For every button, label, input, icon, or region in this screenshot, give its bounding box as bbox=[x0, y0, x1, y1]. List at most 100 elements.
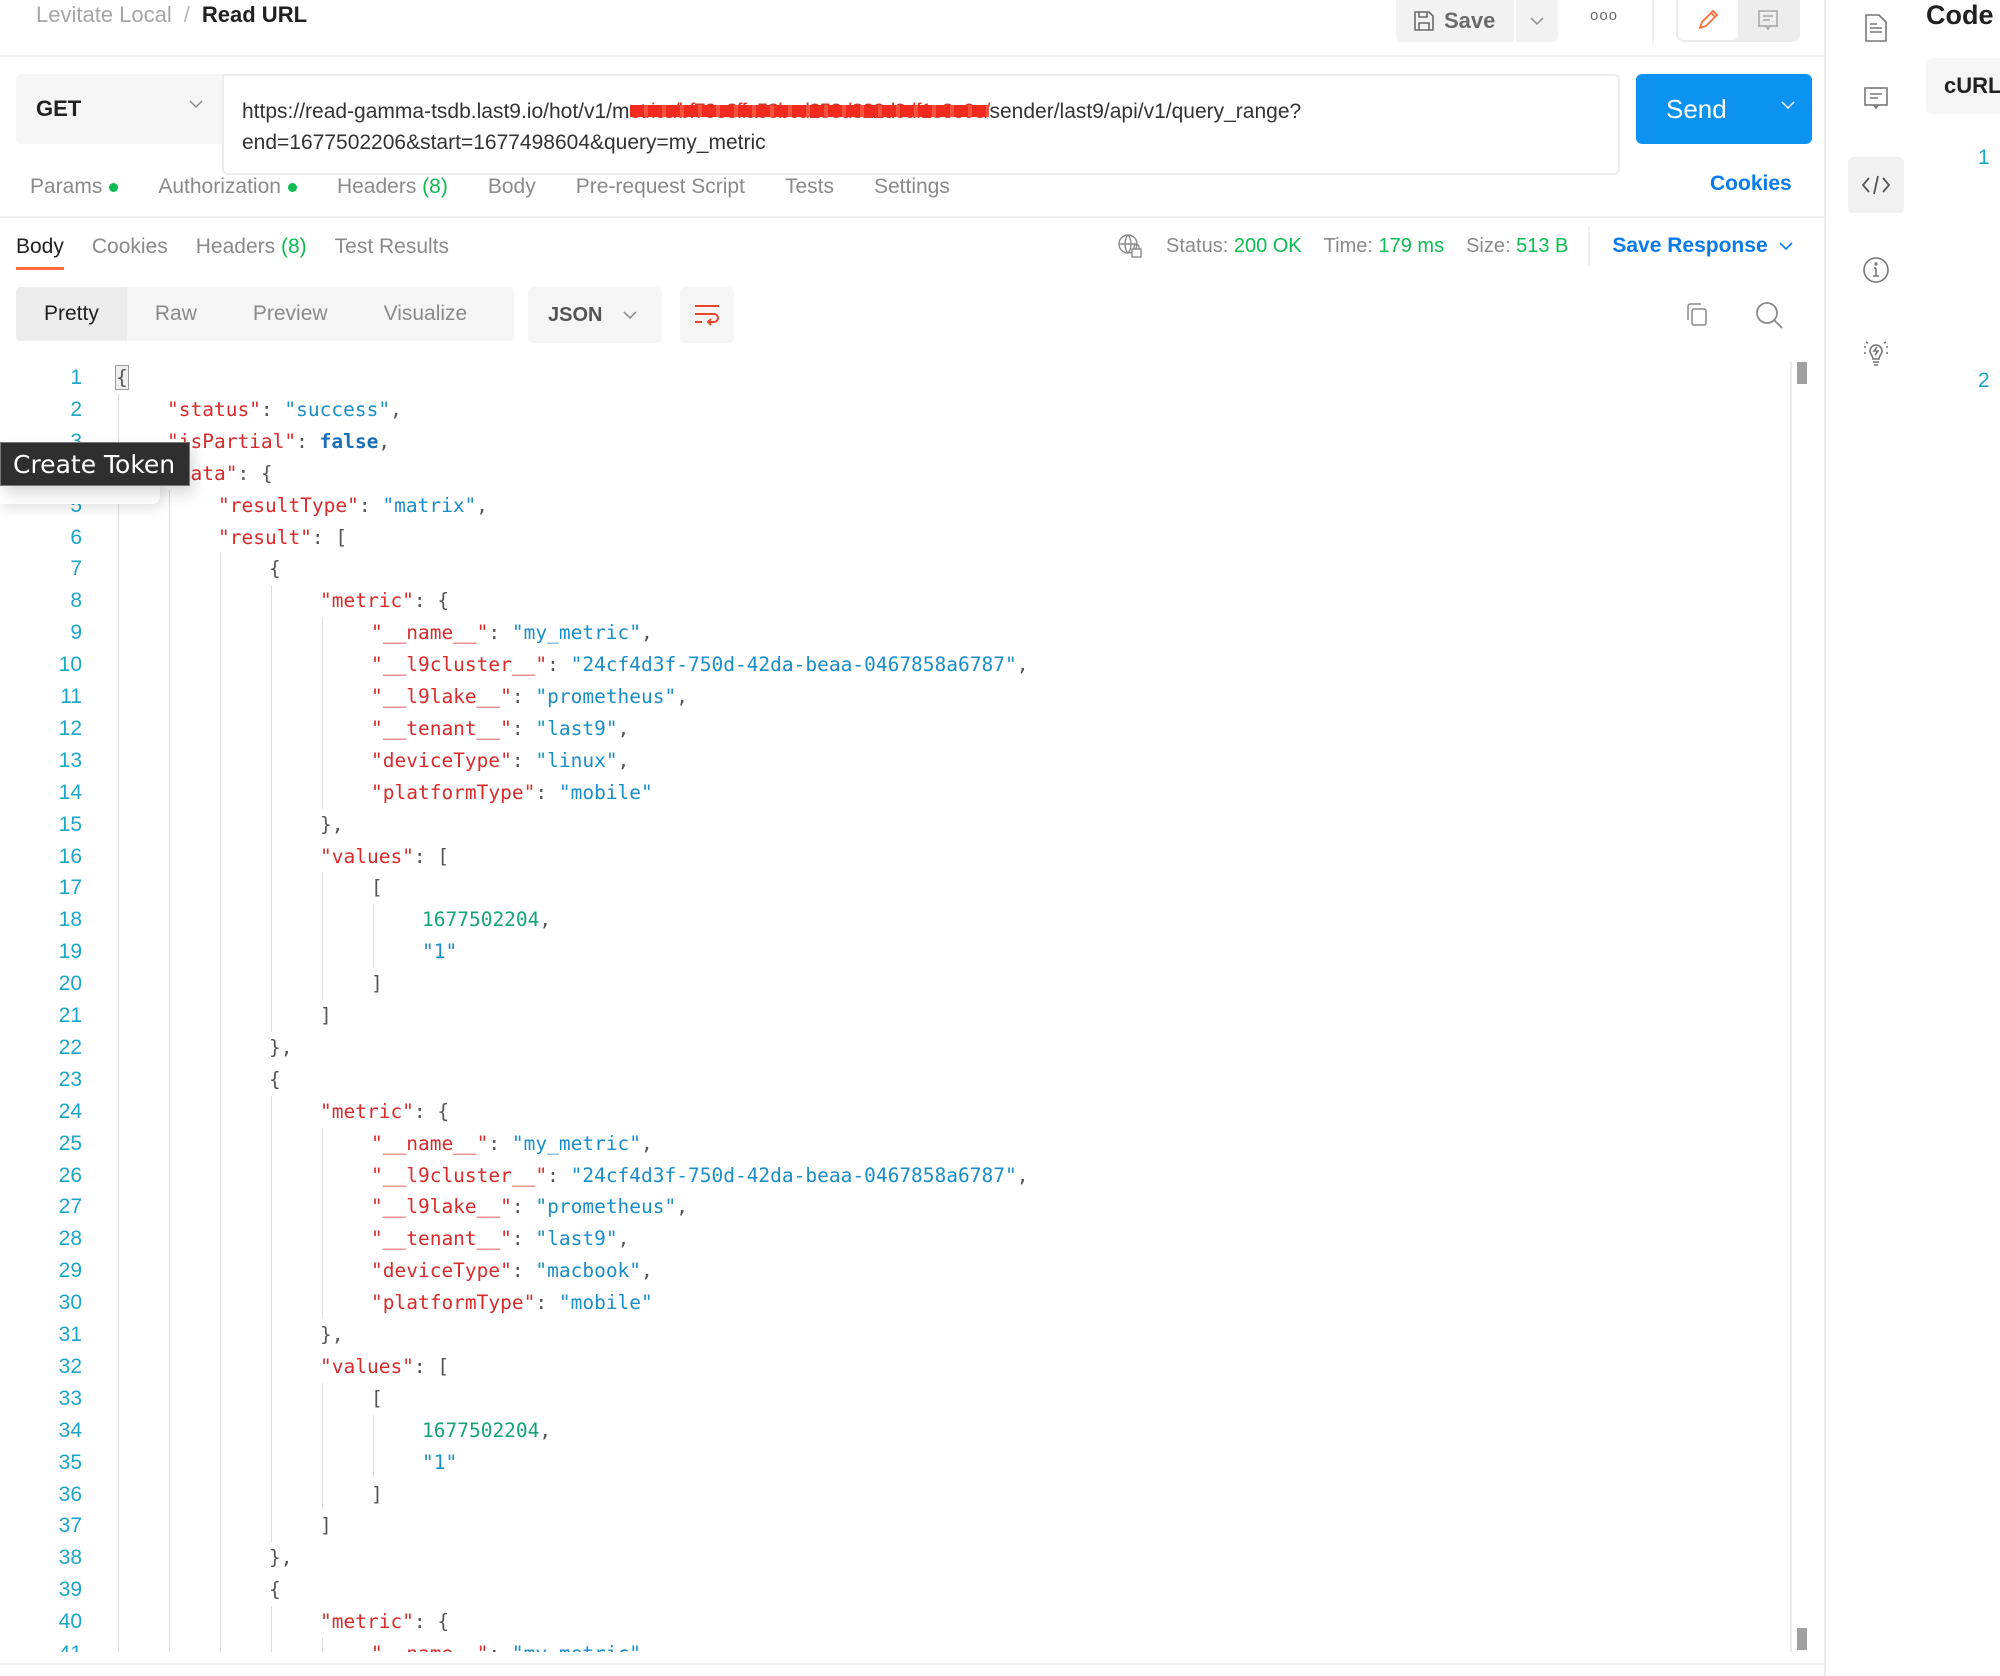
code-token: : [ bbox=[311, 525, 348, 549]
view-preview[interactable]: Preview bbox=[225, 287, 356, 341]
method-select[interactable]: GET bbox=[16, 74, 222, 144]
code-line: 28 "__tenant__": "last9", bbox=[0, 1223, 1780, 1255]
response-tab-cookies[interactable]: Cookies bbox=[92, 230, 168, 264]
code-token: "my_metric" bbox=[512, 1642, 641, 1652]
tab-headers[interactable]: Headers (8) bbox=[337, 172, 448, 202]
code-text: "status": "success", bbox=[167, 394, 402, 426]
tab-body[interactable]: Body bbox=[488, 172, 536, 202]
top-bar: Levitate Local / Read URL Save ooo bbox=[0, 0, 1826, 57]
info-icon bbox=[1861, 255, 1891, 285]
tab-label: Headers bbox=[195, 235, 276, 258]
time-value[interactable]: 179 ms bbox=[1378, 235, 1444, 257]
comment-icon bbox=[1862, 84, 1890, 112]
code-text: [ bbox=[371, 1383, 383, 1415]
code-token: , bbox=[641, 1642, 653, 1652]
code-token: "deviceType" bbox=[371, 748, 512, 772]
tab-tests[interactable]: Tests bbox=[785, 172, 834, 202]
language-select[interactable]: cURL bbox=[1926, 58, 2000, 114]
code-line: 12 "__tenant__": "last9", bbox=[0, 713, 1780, 745]
code-text: "__name__": "my_metric", bbox=[371, 1638, 653, 1652]
code-text: "__l9lake__": "prometheus", bbox=[371, 1191, 688, 1223]
line-number: 37 bbox=[58, 1514, 82, 1538]
code-text: "values": [ bbox=[320, 841, 449, 873]
search-button[interactable] bbox=[1752, 298, 1786, 332]
comments-button[interactable] bbox=[1848, 70, 1904, 126]
code-token: "__tenant__" bbox=[371, 716, 512, 740]
code-line: 33 [ bbox=[0, 1383, 1780, 1415]
line-number: 19 bbox=[58, 940, 82, 964]
code-text: 1677502204, bbox=[422, 904, 551, 936]
comment-mode-button[interactable] bbox=[1738, 0, 1798, 40]
save-response-button[interactable]: Save Response bbox=[1612, 234, 1793, 258]
view-mode-selector: Pretty Raw Preview Visualize bbox=[16, 287, 514, 341]
code-text: "deviceType": "macbook", bbox=[371, 1255, 653, 1287]
request-workspace: Levitate Local / Read URL Save ooo GET h… bbox=[0, 0, 1826, 1676]
code-line: 31}, bbox=[0, 1319, 1780, 1351]
response-body-editor[interactable]: 1{2"status": "success",3"isPartial": fal… bbox=[0, 360, 1790, 1652]
indent-guide bbox=[322, 1638, 323, 1652]
url-input[interactable]: https://read-gamma-tsdb.last9.io/hot/v1/… bbox=[222, 74, 1620, 175]
tab-authorization[interactable]: Authorization bbox=[158, 172, 297, 202]
right-sidebar bbox=[1828, 0, 1908, 1676]
save-button[interactable]: Save bbox=[1396, 0, 1514, 42]
indent-guide bbox=[271, 585, 272, 1032]
code-token: : bbox=[488, 1642, 511, 1652]
status-value[interactable]: 200 OK bbox=[1234, 235, 1302, 257]
edit-mode-button[interactable] bbox=[1678, 0, 1738, 40]
tab-label: Settings bbox=[873, 175, 950, 198]
response-tab-test-results[interactable]: Test Results bbox=[335, 230, 449, 264]
breadcrumb-request-name[interactable]: Read URL bbox=[202, 2, 307, 28]
network-globe-icon[interactable] bbox=[1116, 232, 1144, 260]
line-number: 35 bbox=[58, 1450, 82, 1474]
scrollbar-track[interactable] bbox=[1790, 362, 1792, 1652]
chevron-down-icon[interactable] bbox=[1780, 100, 1796, 110]
panel-title: Code s bbox=[1926, 0, 2000, 30]
code-text: "__l9lake__": "prometheus", bbox=[371, 681, 688, 713]
code-token: ] bbox=[320, 1514, 332, 1538]
format-select[interactable]: JSON bbox=[528, 287, 662, 343]
code-token: , bbox=[378, 429, 391, 453]
code-snippet-button[interactable] bbox=[1848, 157, 1904, 213]
code-text: ] bbox=[371, 1479, 383, 1511]
code-token: 1677502204 bbox=[422, 1418, 540, 1442]
line-number: 9 bbox=[70, 621, 82, 645]
send-button[interactable]: Send bbox=[1636, 74, 1812, 144]
code-token: "24cf4d3f-750d-42da-beaa-0467858a6787" bbox=[570, 653, 1017, 677]
tab-params[interactable]: Params bbox=[30, 172, 119, 202]
copy-button[interactable] bbox=[1680, 298, 1714, 332]
code-token: { bbox=[269, 1067, 281, 1091]
scrollbar-thumb-bottom[interactable] bbox=[1797, 1628, 1807, 1650]
code-line: 38}, bbox=[0, 1542, 1780, 1574]
code-token: : bbox=[511, 1195, 536, 1219]
response-tab-body[interactable]: Body bbox=[16, 230, 64, 270]
related-collections-button[interactable] bbox=[1848, 325, 1904, 381]
code-token: : { bbox=[413, 1610, 450, 1634]
code-token: "last9" bbox=[535, 716, 618, 740]
code-text: { bbox=[269, 1574, 281, 1606]
code-token: , bbox=[617, 716, 630, 740]
code-token: 1677502204 bbox=[422, 908, 540, 932]
view-pretty[interactable]: Pretty bbox=[16, 287, 127, 341]
more-actions-button[interactable]: ooo bbox=[1580, 0, 1628, 30]
code-token: , bbox=[641, 621, 653, 645]
wrap-lines-button[interactable] bbox=[680, 287, 734, 343]
tab-pre-request-script[interactable]: Pre-request Script bbox=[576, 172, 745, 202]
scrollbar-thumb-top[interactable] bbox=[1797, 362, 1807, 384]
view-raw[interactable]: Raw bbox=[127, 287, 225, 341]
snippet-line-number: 1 bbox=[1978, 146, 1990, 169]
code-token: "linux" bbox=[535, 748, 618, 772]
tab-settings[interactable]: Settings bbox=[874, 172, 950, 202]
info-button[interactable] bbox=[1848, 242, 1904, 298]
size-value[interactable]: 513 B bbox=[1516, 235, 1568, 257]
save-response-label: Save Response bbox=[1612, 234, 1768, 257]
response-tab-headers[interactable]: Headers (8) bbox=[196, 230, 307, 264]
code-line: 37] bbox=[0, 1510, 1780, 1542]
documentation-button[interactable] bbox=[1848, 0, 1904, 56]
view-visualize[interactable]: Visualize bbox=[356, 287, 496, 341]
code-token: , bbox=[539, 1418, 552, 1442]
cookies-link[interactable]: Cookies bbox=[1710, 172, 1792, 196]
save-options-button[interactable] bbox=[1516, 0, 1558, 42]
breadcrumb-collection[interactable]: Levitate Local bbox=[36, 2, 172, 28]
create-token-tooltip: Create Token bbox=[0, 442, 191, 486]
code-text: "__tenant__": "last9", bbox=[371, 713, 629, 745]
